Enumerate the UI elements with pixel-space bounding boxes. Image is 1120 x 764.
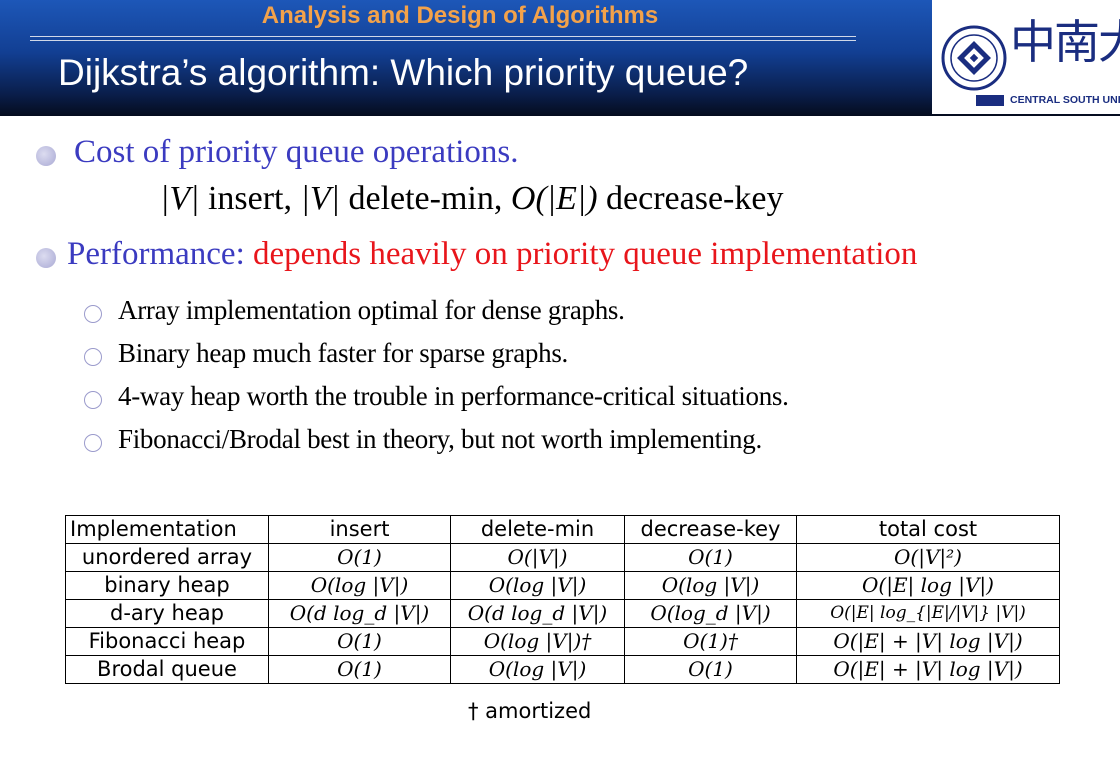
formula-v-count-1: |V|	[160, 180, 200, 217]
formula-decrease-key: decrease-key	[597, 180, 784, 217]
cell-decrease-key: O(1)†	[624, 627, 797, 656]
table-row: Brodal queue O(1) O(log |V|) O(1) O(|E| …	[65, 655, 1060, 684]
formula-delete-min: delete-min,	[339, 180, 511, 217]
logo-chinese-name: 中南大学	[1010, 15, 1120, 69]
priority-queue-cost-table: Implementation insert delete-min decreas…	[65, 515, 1060, 684]
bullet-dot-icon	[36, 146, 56, 166]
sub-bullet-fibonacci: Fibonacci/Brodal best in theory, but not…	[118, 424, 762, 454]
header-rule-top	[30, 36, 856, 37]
header-delete-min: delete-min	[450, 515, 625, 544]
table-row: Fibonacci heap O(1) O(log |V|)† O(1)† O(…	[65, 627, 1060, 656]
cell-total-cost: O(|E| + |V| log |V|)	[796, 655, 1060, 684]
cell-implementation: Brodal queue	[65, 655, 269, 684]
cell-decrease-key: O(log_d |V|)	[624, 599, 797, 628]
sub-bullet-circle-icon	[84, 391, 102, 409]
header-implementation: Implementation	[65, 515, 269, 544]
cell-decrease-key: O(1)	[624, 543, 797, 572]
cell-insert: O(1)	[268, 543, 451, 572]
header-total-cost: total cost	[796, 515, 1060, 544]
table-header-row: Implementation insert delete-min decreas…	[65, 515, 1060, 544]
cell-insert: O(1)	[268, 627, 451, 656]
performance-label: Performance:	[67, 236, 253, 272]
cell-delete-min: O(d log_d |V|)	[450, 599, 625, 628]
amortized-footnote: † amortized	[468, 699, 592, 723]
table-row: d-ary heap O(d log_d |V|) O(d log_d |V|)…	[65, 599, 1060, 628]
sub-bullet-binary-heap: Binary heap much faster for sparse graph…	[118, 338, 568, 368]
operation-counts-formula: |V| insert, |V| delete-min, O(|E|) decre…	[160, 180, 783, 218]
sub-bullet-circle-icon	[84, 305, 102, 323]
header-decrease-key: decrease-key	[624, 515, 797, 544]
cell-insert: O(log |V|)	[268, 571, 451, 600]
cell-implementation: unordered array	[65, 543, 269, 572]
formula-e-count: (|E|)	[535, 180, 598, 217]
cell-total-cost: O(|V|²)	[796, 543, 1060, 572]
sub-bullet-array: Array implementation optimal for dense g…	[118, 295, 625, 325]
university-logo: 中南大学 CENTRAL SOUTH UNIVERSITY	[932, 0, 1120, 114]
table-row: binary heap O(log |V|) O(log |V|) O(log …	[65, 571, 1060, 600]
slide-header: Analysis and Design of Algorithms Dijkst…	[0, 0, 1120, 116]
cell-implementation: Fibonacci heap	[65, 627, 269, 656]
cell-implementation: binary heap	[65, 571, 269, 600]
sub-bullet-4way-heap: 4-way heap worth the trouble in performa…	[118, 381, 789, 411]
formula-big-o: O	[510, 180, 536, 217]
university-seal-icon	[941, 25, 1007, 106]
performance-highlight: depends heavily on priority queue implem…	[253, 236, 918, 272]
bullet-dot-icon	[36, 248, 56, 268]
cell-insert: O(d log_d |V|)	[268, 599, 451, 628]
table-row: unordered array O(1) O(|V|) O(1) O(|V|²)	[65, 543, 1060, 572]
cost-bullet-text: Cost of priority queue operations.	[74, 134, 519, 170]
cell-delete-min: O(log |V|)	[450, 571, 625, 600]
formula-v-count-2: |V|	[300, 180, 340, 217]
cell-insert: O(1)	[268, 655, 451, 684]
performance-bullet: Performance: depends heavily on priority…	[67, 236, 917, 273]
cell-delete-min: O(|V|)	[450, 543, 625, 572]
slide-title: Dijkstra’s algorithm: Which priority que…	[58, 52, 749, 93]
cell-decrease-key: O(1)	[624, 655, 797, 684]
cell-decrease-key: O(log |V|)	[624, 571, 797, 600]
sub-bullet-circle-icon	[84, 434, 102, 452]
cell-delete-min: O(log |V|)	[450, 655, 625, 684]
course-title: Analysis and Design of Algorithms	[261, 2, 659, 29]
logo-english-name: CENTRAL SOUTH UNIVERSITY	[1010, 94, 1120, 106]
sub-bullet-circle-icon	[84, 348, 102, 366]
cell-total-cost: O(|E| + |V| log |V|)	[796, 627, 1060, 656]
cell-total-cost: O(|E| log |V|)	[796, 571, 1060, 600]
header-rule-bottom	[30, 40, 856, 41]
cell-implementation: d-ary heap	[65, 599, 269, 628]
cell-delete-min: O(log |V|)†	[450, 627, 625, 656]
formula-insert: insert,	[199, 180, 301, 217]
header-insert: insert	[268, 515, 451, 544]
cell-total-cost: O(|E| log_{|E|/|V|} |V|)	[796, 599, 1060, 628]
